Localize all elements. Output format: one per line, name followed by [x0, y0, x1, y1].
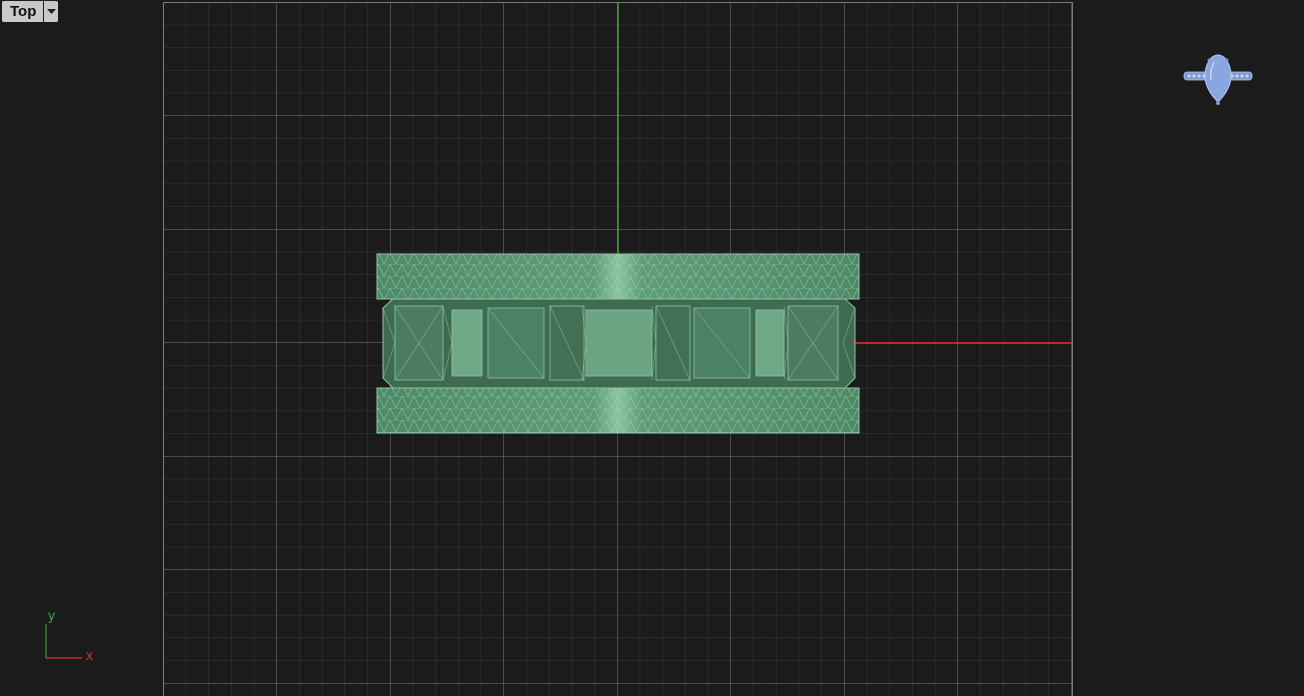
view-dropdown-button[interactable]	[44, 1, 59, 22]
viewport-canvas[interactable]	[0, 0, 1304, 696]
view-label[interactable]: Top	[2, 1, 59, 22]
view-navigation-widget[interactable]	[1180, 52, 1256, 113]
x-axis-label: x	[86, 647, 93, 663]
top-viewport[interactable]: Top y x	[0, 0, 1304, 696]
view-name-button[interactable]: Top	[2, 1, 44, 22]
ring-preview-icon	[1183, 54, 1253, 105]
y-axis-label: y	[48, 607, 55, 623]
ring-model[interactable]	[376, 253, 860, 434]
chevron-down-icon	[46, 8, 56, 14]
